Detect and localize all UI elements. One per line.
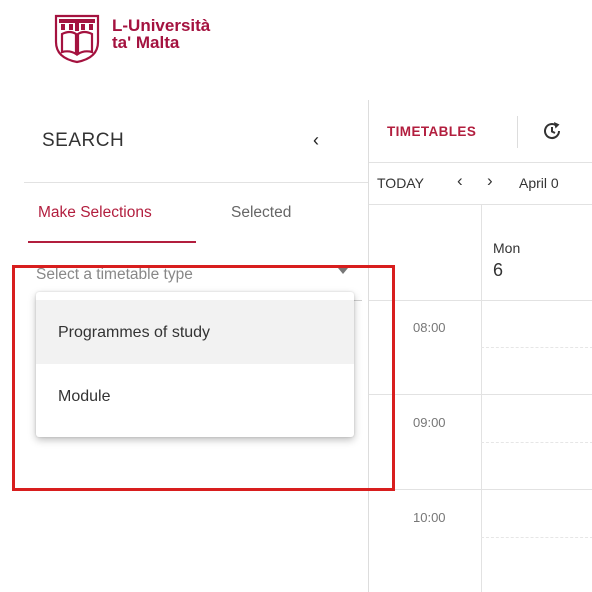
active-tab-indicator xyxy=(28,241,196,243)
today-button[interactable]: TODAY xyxy=(377,175,424,191)
time-slot-0900[interactable]: 09:00 xyxy=(369,395,592,490)
half-hour-line xyxy=(481,347,592,349)
time-slot-1000[interactable]: 10:00 xyxy=(369,490,592,584)
panel-divider xyxy=(24,182,368,183)
chevron-left-icon: ‹ xyxy=(313,130,319,150)
time-label: 10:00 xyxy=(413,510,446,525)
half-hour-line xyxy=(481,442,592,444)
search-title: SEARCH xyxy=(42,130,125,151)
day-number: 6 xyxy=(493,260,504,280)
previous-week-button[interactable]: ‹ xyxy=(457,171,463,191)
date-navigation: TODAY ‹ › April 0 xyxy=(369,162,592,205)
timetable-panel: TIMETABLES TODAY ‹ › April 0 Mon 6 08:00… xyxy=(368,100,592,592)
chevron-right-icon: › xyxy=(487,171,493,190)
chevron-left-icon: ‹ xyxy=(457,171,463,190)
timetables-button[interactable]: TIMETABLES xyxy=(387,124,476,139)
option-label: Programmes of study xyxy=(58,324,211,341)
time-label: 09:00 xyxy=(413,415,446,430)
next-week-button[interactable]: › xyxy=(487,171,493,191)
time-label: 08:00 xyxy=(413,320,446,335)
tab-make-selections[interactable]: Make Selections xyxy=(38,204,152,222)
logo-line-2: ta' Malta xyxy=(112,33,180,52)
caret-down-icon xyxy=(338,268,348,274)
logo-line-1: L-Università xyxy=(112,16,211,35)
timetable-type-dropdown: Programmes of study Module xyxy=(36,292,354,437)
tab-selected[interactable]: Selected xyxy=(231,204,291,222)
page: L-Università ta' Malta SEARCH ‹ Make Sel… xyxy=(0,0,592,592)
refresh-clock-icon[interactable] xyxy=(541,120,563,142)
day-name: Mon xyxy=(493,240,521,256)
collapse-panel-button[interactable]: ‹ xyxy=(306,128,326,152)
option-label: Module xyxy=(58,388,111,405)
university-logo[interactable]: L-Università ta' Malta xyxy=(48,8,210,66)
option-module[interactable]: Module xyxy=(36,364,354,428)
university-crest-icon xyxy=(54,14,100,64)
time-slot-0800[interactable]: 08:00 xyxy=(369,300,592,395)
toolbar-separator xyxy=(517,116,518,148)
half-hour-line xyxy=(481,537,592,539)
select-placeholder: Select a timetable type xyxy=(36,266,193,283)
logo-text: L-Università ta' Malta xyxy=(112,17,210,51)
option-programmes-of-study[interactable]: Programmes of study xyxy=(36,300,354,364)
timetable-toolbar: TIMETABLES xyxy=(369,100,592,163)
date-range-label: April 0 xyxy=(519,175,559,191)
